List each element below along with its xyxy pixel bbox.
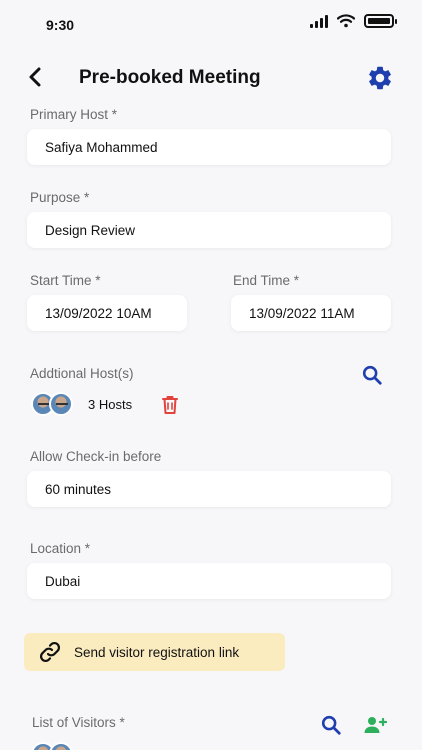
start-time-field[interactable]: 13/09/2022 10AM (27, 295, 187, 331)
header: Pre-booked Meeting (0, 60, 422, 96)
host-avatars (31, 392, 73, 416)
signal-icon (310, 14, 328, 28)
status-bar: 9:30 (0, 0, 422, 46)
location-field[interactable]: Dubai (27, 563, 391, 599)
wifi-icon (337, 14, 355, 28)
search-visitors-button[interactable] (319, 713, 343, 737)
settings-button[interactable] (366, 64, 394, 92)
back-button[interactable] (22, 64, 48, 90)
delete-hosts-button[interactable] (160, 394, 180, 416)
status-time: 9:30 (46, 17, 75, 33)
add-user-icon (364, 717, 387, 733)
end-time-value: 13/09/2022 11AM (249, 305, 355, 321)
page-title: Pre-booked Meeting (79, 67, 261, 88)
search-icon (362, 365, 382, 385)
status-icons (310, 14, 397, 28)
battery-icon (364, 14, 397, 28)
search-icon (321, 715, 341, 735)
purpose-label: Purpose * (30, 190, 90, 205)
start-time-label: Start Time * (30, 273, 101, 288)
gear-icon (369, 66, 391, 90)
send-registration-link-button[interactable]: Send visitor registration link (24, 633, 285, 671)
purpose-field[interactable]: Design Review (27, 212, 391, 248)
avatar (49, 392, 73, 416)
send-link-label: Send visitor registration link (74, 644, 240, 660)
hosts-count: 3 Hosts (88, 397, 133, 412)
add-visitor-button[interactable] (362, 713, 388, 737)
visitor-avatars (31, 742, 73, 750)
link-icon (39, 641, 61, 663)
allow-checkin-value: 60 minutes (45, 481, 112, 497)
start-time-value: 13/09/2022 10AM (45, 305, 152, 321)
avatar (49, 742, 73, 750)
end-time-field[interactable]: 13/09/2022 11AM (231, 295, 391, 331)
primary-host-value: Safiya Mohammed (45, 139, 158, 155)
trash-icon (162, 396, 178, 414)
end-time-label: End Time * (233, 273, 300, 288)
location-label: Location * (30, 541, 91, 556)
primary-host-label: Primary Host * (30, 107, 118, 122)
additional-hosts-label: Addtional Host(s) (30, 366, 134, 381)
search-hosts-button[interactable] (360, 363, 384, 387)
location-value: Dubai (45, 573, 81, 589)
primary-host-field[interactable]: Safiya Mohammed (27, 129, 391, 165)
allow-checkin-label: Allow Check-in before (30, 449, 162, 464)
allow-checkin-field[interactable]: 60 minutes (27, 471, 391, 507)
purpose-value: Design Review (45, 222, 136, 238)
visitors-label: List of Visitors * (32, 715, 125, 730)
back-arrow-icon (29, 67, 41, 87)
